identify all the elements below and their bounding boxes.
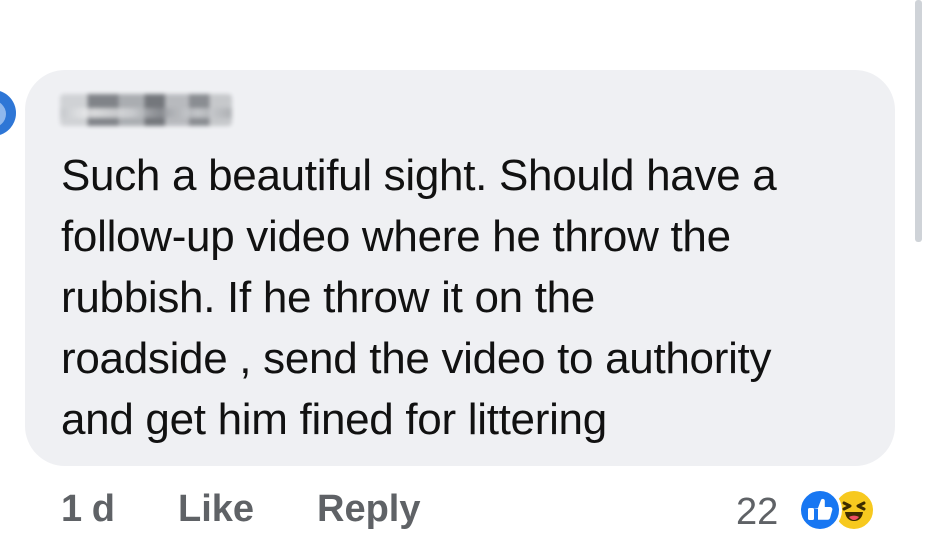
avatar-image <box>0 100 6 128</box>
comment-line: Such a beautiful sight. Should have a <box>61 151 777 200</box>
comment-line: follow-up video where he throw the <box>61 212 731 261</box>
author-avatar[interactable] <box>0 90 16 136</box>
comment-timestamp: 1 d <box>61 488 115 530</box>
like-reaction-icon <box>798 488 842 532</box>
reaction-count: 22 <box>736 491 779 533</box>
comment-line: and get him fined for littering <box>61 395 607 444</box>
reaction-summary[interactable]: 22 <box>736 487 906 537</box>
comment-screen: Such a beautiful sight. Should have a fo… <box>0 0 929 539</box>
vertical-scrollbar[interactable] <box>915 0 922 242</box>
reply-button[interactable]: Reply <box>317 488 420 531</box>
like-button[interactable]: Like <box>178 488 254 531</box>
blurred-author-name[interactable] <box>60 94 232 126</box>
comment-line: rubbish. If he throw it on the <box>61 273 595 322</box>
comment-text: Such a beautiful sight. Should have a fo… <box>61 145 881 450</box>
comment-line: roadside , send the video to authority <box>61 334 772 383</box>
